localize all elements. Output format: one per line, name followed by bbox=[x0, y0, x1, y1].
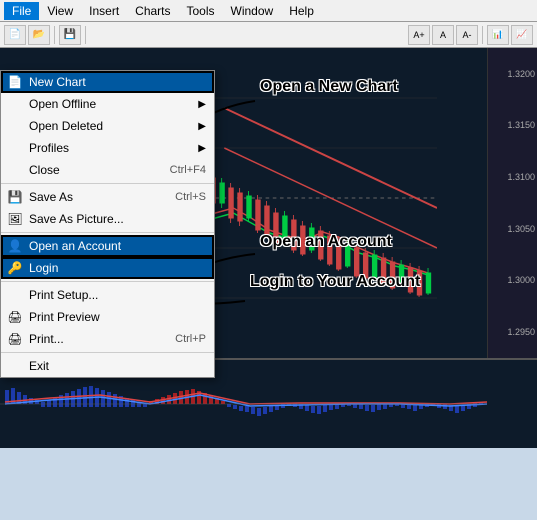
annotation-new-chart-text: Open a New Chart bbox=[260, 78, 398, 96]
menu-insert[interactable]: Insert bbox=[81, 2, 127, 20]
menu-print[interactable]: 🖨 Print... Ctrl+P bbox=[1, 328, 214, 350]
toolbar: 📄 📂 💾 A+ A A- 📊 📈 bbox=[0, 22, 537, 48]
toolbar-sep2 bbox=[85, 26, 86, 44]
menu-exit[interactable]: Exit bbox=[1, 355, 214, 377]
arrow-icon2: ▶ bbox=[198, 121, 206, 132]
menu-tools[interactable]: Tools bbox=[179, 2, 223, 20]
separator1 bbox=[1, 183, 214, 184]
menu-profiles[interactable]: Profiles ▶ bbox=[1, 137, 214, 159]
menu-charts[interactable]: Charts bbox=[127, 2, 178, 20]
menu-open-account[interactable]: 👤 Open an Account bbox=[1, 235, 214, 257]
login-icon: 🔑 bbox=[5, 261, 25, 275]
annotation-login-text: Login to Your Account bbox=[250, 273, 420, 291]
annotation-open-account: Open an Account bbox=[260, 233, 392, 251]
price-5: 1.3000 bbox=[507, 275, 535, 285]
menu-print-setup[interactable]: Print Setup... bbox=[1, 284, 214, 306]
account-icon: 👤 bbox=[5, 239, 25, 253]
menu-save-as[interactable]: 💾 Save As Ctrl+S bbox=[1, 186, 214, 208]
toolbar-chart-line[interactable]: 📈 bbox=[511, 25, 533, 45]
price-axis: 1.3200 1.3150 1.3100 1.3050 1.3000 1.295… bbox=[487, 48, 537, 358]
menu-window[interactable]: Window bbox=[223, 2, 282, 20]
separator4 bbox=[1, 352, 214, 353]
menu-new-chart[interactable]: 📄 New Chart bbox=[1, 71, 214, 93]
picture-icon: 🖼 bbox=[5, 212, 25, 226]
menu-bar: File View Insert Charts Tools Window Hel… bbox=[0, 0, 537, 22]
annotation-account-text: Open an Account bbox=[260, 233, 392, 251]
toolbar-font-down[interactable]: A- bbox=[456, 25, 478, 45]
arrow-icon: ▶ bbox=[198, 99, 206, 110]
menu-open-offline[interactable]: Open Offline ▶ bbox=[1, 93, 214, 115]
price-2: 1.3150 bbox=[507, 120, 535, 130]
menu-close[interactable]: Close Ctrl+F4 bbox=[1, 159, 214, 181]
menu-view[interactable]: View bbox=[39, 2, 81, 20]
price-6: 1.2950 bbox=[507, 327, 535, 337]
toolbar-open[interactable]: 📂 bbox=[28, 25, 50, 45]
menu-open-deleted[interactable]: Open Deleted ▶ bbox=[1, 115, 214, 137]
new-chart-icon: 📄 bbox=[5, 75, 25, 89]
annotation-login: Login to Your Account bbox=[250, 273, 420, 291]
menu-print-preview[interactable]: 🖨 Print Preview bbox=[1, 306, 214, 328]
separator3 bbox=[1, 281, 214, 282]
separator2 bbox=[1, 232, 214, 233]
toolbar-new[interactable]: 📄 bbox=[4, 25, 26, 45]
price-1: 1.3200 bbox=[507, 69, 535, 79]
menu-file[interactable]: File bbox=[4, 2, 39, 20]
price-4: 1.3050 bbox=[507, 224, 535, 234]
annotation-new-chart: Open a New Chart bbox=[260, 78, 398, 96]
arrow-icon3: ▶ bbox=[198, 143, 206, 154]
toolbar-save[interactable]: 💾 bbox=[59, 25, 81, 45]
price-3: 1.3100 bbox=[507, 172, 535, 182]
save-icon: 💾 bbox=[5, 190, 25, 204]
print-icon: 🖨 bbox=[5, 332, 25, 346]
menu-login[interactable]: 🔑 Login bbox=[1, 257, 214, 279]
menu-help[interactable]: Help bbox=[281, 2, 322, 20]
menu-save-as-picture[interactable]: 🖼 Save As Picture... bbox=[1, 208, 214, 230]
toolbar-sep1 bbox=[54, 26, 55, 44]
toolbar-font[interactable]: A bbox=[432, 25, 454, 45]
toolbar-zoom-in[interactable]: A+ bbox=[408, 25, 430, 45]
toolbar-chart-bar[interactable]: 📊 bbox=[487, 25, 509, 45]
toolbar-sep3 bbox=[482, 26, 483, 44]
chart-and-menu: 1.3200 1.3150 1.3100 1.3050 1.3000 1.295… bbox=[0, 48, 537, 418]
print-preview-icon: 🖨 bbox=[5, 310, 25, 324]
file-dropdown: 📄 New Chart Open Offline ▶ Open Deleted … bbox=[0, 70, 215, 378]
